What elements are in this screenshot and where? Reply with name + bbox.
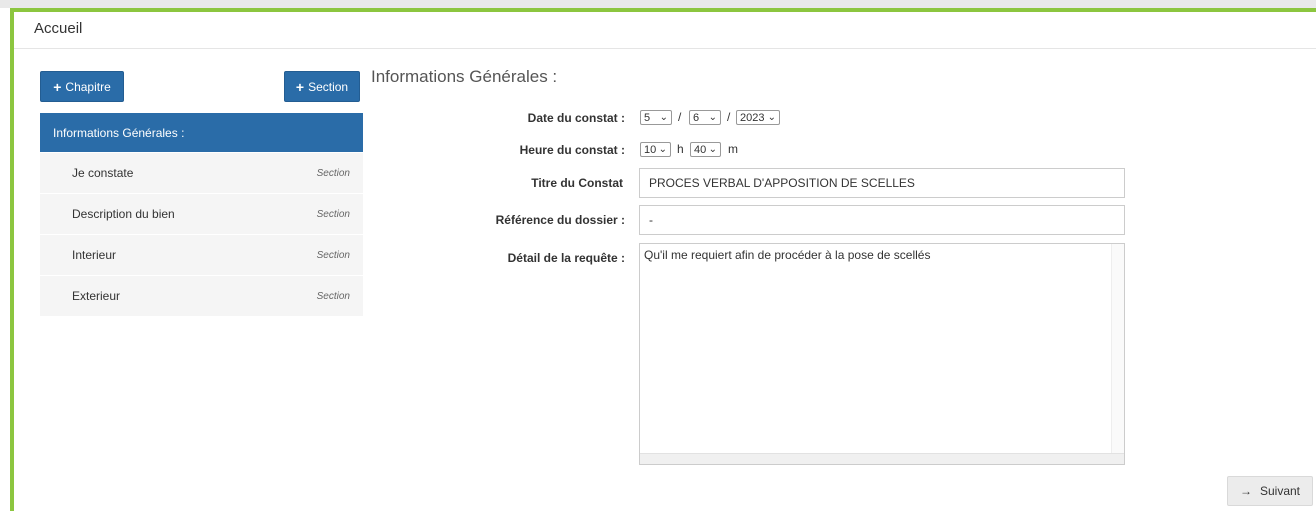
chevron-down-icon: ⌄ xyxy=(708,144,717,155)
date-month-value: 6 xyxy=(693,111,700,124)
add-chapter-button[interactable]: + Chapitre xyxy=(40,71,124,102)
date-separator: / xyxy=(727,110,731,124)
next-button[interactable]: → Suivant xyxy=(1227,476,1313,506)
sidebar-item-type: Section xyxy=(316,208,350,220)
sidebar-item-type: Section xyxy=(316,290,350,302)
time-minute-select[interactable]: 40 ⌄ xyxy=(690,142,721,157)
time-label: Heure du constat : xyxy=(519,143,625,157)
chevron-down-icon: ⌄ xyxy=(767,112,776,123)
sidebar-item-description-du-bien[interactable]: Description du bien Section xyxy=(40,193,363,234)
detail-text: Qu'il me requiert afin de procéder à la … xyxy=(644,248,931,262)
date-year-value: 2023 xyxy=(740,111,765,124)
accent-border-left xyxy=(10,8,14,511)
detail-label: Détail de la requête : xyxy=(507,251,625,265)
reference-label: Référence du dossier : xyxy=(495,213,625,227)
time-minute-value: 40 xyxy=(694,143,707,156)
sidebar-item-je-constate[interactable]: Je constate Section xyxy=(40,152,363,193)
chevron-down-icon: ⌄ xyxy=(658,144,667,155)
window-frame xyxy=(0,0,1316,8)
next-label: Suivant xyxy=(1259,484,1301,498)
sidebar-item-label: Description du bien xyxy=(72,207,175,221)
time-hour-unit: h xyxy=(677,142,684,156)
sidebar-item-label: Je constate xyxy=(72,166,134,180)
add-section-button[interactable]: + Section xyxy=(284,71,360,102)
plus-icon: + xyxy=(295,78,305,95)
chevron-down-icon: ⌄ xyxy=(659,112,668,123)
sidebar-item-label: Exterieur xyxy=(72,289,121,303)
date-label: Date du constat : xyxy=(527,111,625,125)
textarea-resize-bar[interactable] xyxy=(640,453,1124,464)
date-day-select[interactable]: 5 ⌄ xyxy=(640,110,672,125)
date-month-select[interactable]: 6 ⌄ xyxy=(689,110,721,125)
detail-textarea[interactable]: Qu'il me requiert afin de procéder à la … xyxy=(639,243,1125,465)
plus-icon: + xyxy=(53,78,62,95)
sidebar-item-type: Section xyxy=(316,249,350,261)
sidebar-item-interieur[interactable]: Interieur Section xyxy=(40,234,363,275)
breadcrumb-home[interactable]: Accueil xyxy=(34,20,82,37)
add-chapter-label: Chapitre xyxy=(65,79,111,94)
date-separator: / xyxy=(678,110,682,124)
chevron-down-icon: ⌄ xyxy=(708,112,717,123)
date-day-value: 5 xyxy=(644,111,651,124)
page-header: Accueil xyxy=(14,12,1316,49)
sidebar: Informations Générales : Je constate Sec… xyxy=(40,113,363,316)
textarea-scrollbar[interactable] xyxy=(1111,244,1124,455)
page-title: Informations Générales : xyxy=(371,67,558,86)
date-year-select[interactable]: 2023 ⌄ xyxy=(736,110,780,125)
title-label: Titre du Constat xyxy=(531,176,623,190)
time-minute-unit: m xyxy=(728,142,738,156)
reference-input[interactable]: - xyxy=(639,205,1125,235)
time-hour-value: 10 xyxy=(644,143,657,156)
sidebar-item-exterieur[interactable]: Exterieur Section xyxy=(40,275,363,316)
sidebar-item-label: Interieur xyxy=(72,248,117,262)
arrow-right-icon: → xyxy=(1239,484,1252,498)
time-hour-select[interactable]: 10 ⌄ xyxy=(640,142,671,157)
sidebar-chapter-informations-generales[interactable]: Informations Générales : xyxy=(40,113,363,152)
sidebar-item-type: Section xyxy=(316,167,350,179)
title-input[interactable]: PROCES VERBAL D'APPOSITION DE SCELLES xyxy=(639,168,1125,198)
add-section-label: Section xyxy=(308,79,349,94)
